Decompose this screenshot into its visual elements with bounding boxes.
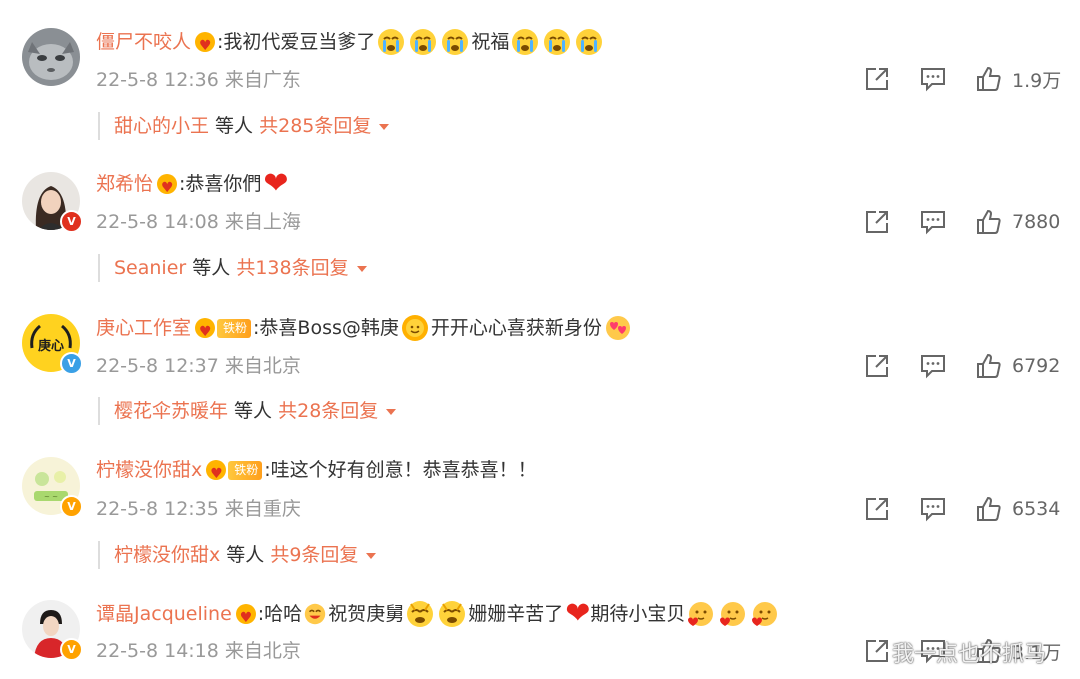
- tearful-emoji-icon: [406, 600, 434, 628]
- reply-user[interactable]: Seanier: [114, 257, 186, 279]
- hearts-emoji-icon: [687, 600, 715, 628]
- reply-mid: 等人: [228, 400, 279, 422]
- timestamp: 22-5-8 14:08 来自上海: [96, 211, 301, 233]
- chevron-down-icon[interactable]: [356, 265, 367, 272]
- timestamp: 22-5-8 12:37 来自北京: [96, 355, 301, 377]
- chevron-down-icon[interactable]: [386, 408, 397, 415]
- crying-emoji-icon: [511, 28, 539, 56]
- crying-emoji-icon: [409, 28, 437, 56]
- comment-text: :我初代爱豆当爹了: [217, 31, 376, 53]
- comment-text-mid2: 姗姗辛苦了: [468, 603, 564, 625]
- reply-summary[interactable]: 柠檬没你甜x 等人 共9条回复: [98, 541, 377, 569]
- reply-mid: 等人: [186, 257, 237, 279]
- share-icon[interactable]: [864, 496, 890, 522]
- comment-text-mid: 祝贺庚舅: [328, 603, 405, 625]
- timestamp: 22-5-8 12:36 来自广东: [96, 69, 301, 91]
- heart-badge-icon: [235, 603, 256, 633]
- like-icon[interactable]: [976, 496, 1002, 522]
- username[interactable]: 庚心工作室: [96, 313, 191, 343]
- watermark: 我一点也不抓马: [892, 642, 1047, 667]
- fan-badge: 铁粉: [217, 318, 252, 338]
- crying-emoji-icon: [543, 28, 571, 56]
- laughing-emoji-icon: [304, 603, 326, 625]
- reply-mid: 等人: [220, 544, 271, 566]
- reply-user[interactable]: 甜心的小王: [114, 115, 209, 137]
- share-icon[interactable]: [864, 638, 890, 664]
- tearful-emoji-icon: [438, 600, 466, 628]
- chevron-down-icon[interactable]: [379, 123, 390, 130]
- timestamp: 22-5-8 14:18 来自北京: [96, 640, 301, 662]
- reply-summary[interactable]: 甜心的小王 等人 共285条回复: [98, 112, 390, 140]
- heart-badge-icon: [206, 459, 227, 489]
- reply-count[interactable]: 共285条回复: [259, 115, 371, 137]
- heart-badge-icon: [195, 317, 216, 347]
- like-icon[interactable]: [976, 66, 1002, 92]
- username[interactable]: 郑希怡: [96, 169, 153, 199]
- like-count: 1.9万: [1012, 69, 1062, 92]
- reply-summary[interactable]: 樱花伞苏暖年 等人 共28条回复: [98, 397, 397, 425]
- like-count: 6792: [1012, 355, 1061, 377]
- reply-user[interactable]: 柠檬没你甜x: [114, 544, 220, 566]
- comment-text-after: 祝福: [471, 31, 510, 53]
- like-icon[interactable]: [976, 209, 1002, 235]
- crying-emoji-icon: [575, 28, 603, 56]
- comment-text-after: 开开心心喜获新身份: [430, 317, 602, 339]
- verified-badge-icon: V: [60, 352, 83, 375]
- share-icon[interactable]: [864, 66, 890, 92]
- hearts-emoji-icon: [751, 600, 779, 628]
- crying-emoji-icon: [377, 28, 405, 56]
- comment-text: :哈哈: [257, 603, 303, 625]
- comment-text-after: 期待小宝贝: [590, 603, 686, 625]
- heart-badge-icon: [195, 31, 216, 61]
- heart-badge-icon: [157, 173, 178, 203]
- comment-icon[interactable]: [920, 353, 946, 379]
- reply-user[interactable]: 樱花伞苏暖年: [114, 400, 228, 422]
- reply-count[interactable]: 共9条回复: [270, 544, 358, 566]
- verified-badge-icon: V: [60, 210, 83, 233]
- comment-icon[interactable]: [920, 66, 946, 92]
- avatar[interactable]: [22, 28, 80, 86]
- share-icon[interactable]: [864, 209, 890, 235]
- hearts-emoji-icon: [719, 600, 747, 628]
- reply-count[interactable]: 共28条回复: [278, 400, 378, 422]
- comment-text: :恭喜你們: [179, 173, 262, 195]
- like-icon[interactable]: [976, 353, 1002, 379]
- like-count: 6534: [1012, 498, 1061, 520]
- comment-text: :哇这个好有创意！恭喜恭喜！！: [264, 459, 537, 481]
- fan-badge: 铁粉: [228, 460, 263, 480]
- comment-icon[interactable]: [920, 496, 946, 522]
- heart-emoji-icon: ❤: [263, 166, 289, 201]
- verified-badge-icon: V: [60, 495, 83, 518]
- svg-text:庚心: 庚心: [38, 338, 64, 354]
- username[interactable]: 谭晶Jacqueline: [96, 599, 232, 629]
- love-emoji-icon: [604, 314, 632, 342]
- like-count: 7880: [1012, 211, 1061, 233]
- reply-mid: 等人: [209, 115, 260, 137]
- svg-text:~ ~: ~ ~: [44, 493, 58, 501]
- timestamp: 22-5-8 12:35 来自重庆: [96, 498, 301, 520]
- comment-icon[interactable]: [920, 209, 946, 235]
- sun-emoji-icon: [401, 314, 429, 342]
- heart-emoji-icon: ❤: [565, 596, 591, 631]
- reply-summary[interactable]: Seanier 等人 共138条回复: [98, 254, 367, 282]
- username[interactable]: 僵尸不咬人: [96, 27, 191, 57]
- reply-count[interactable]: 共138条回复: [236, 257, 348, 279]
- comment-text: :恭喜Boss@韩庚: [253, 317, 399, 339]
- crying-emoji-icon: [441, 28, 469, 56]
- username[interactable]: 柠檬没你甜x: [96, 455, 202, 485]
- verified-badge-icon: V: [60, 638, 83, 661]
- share-icon[interactable]: [864, 353, 890, 379]
- chevron-down-icon[interactable]: [366, 552, 377, 559]
